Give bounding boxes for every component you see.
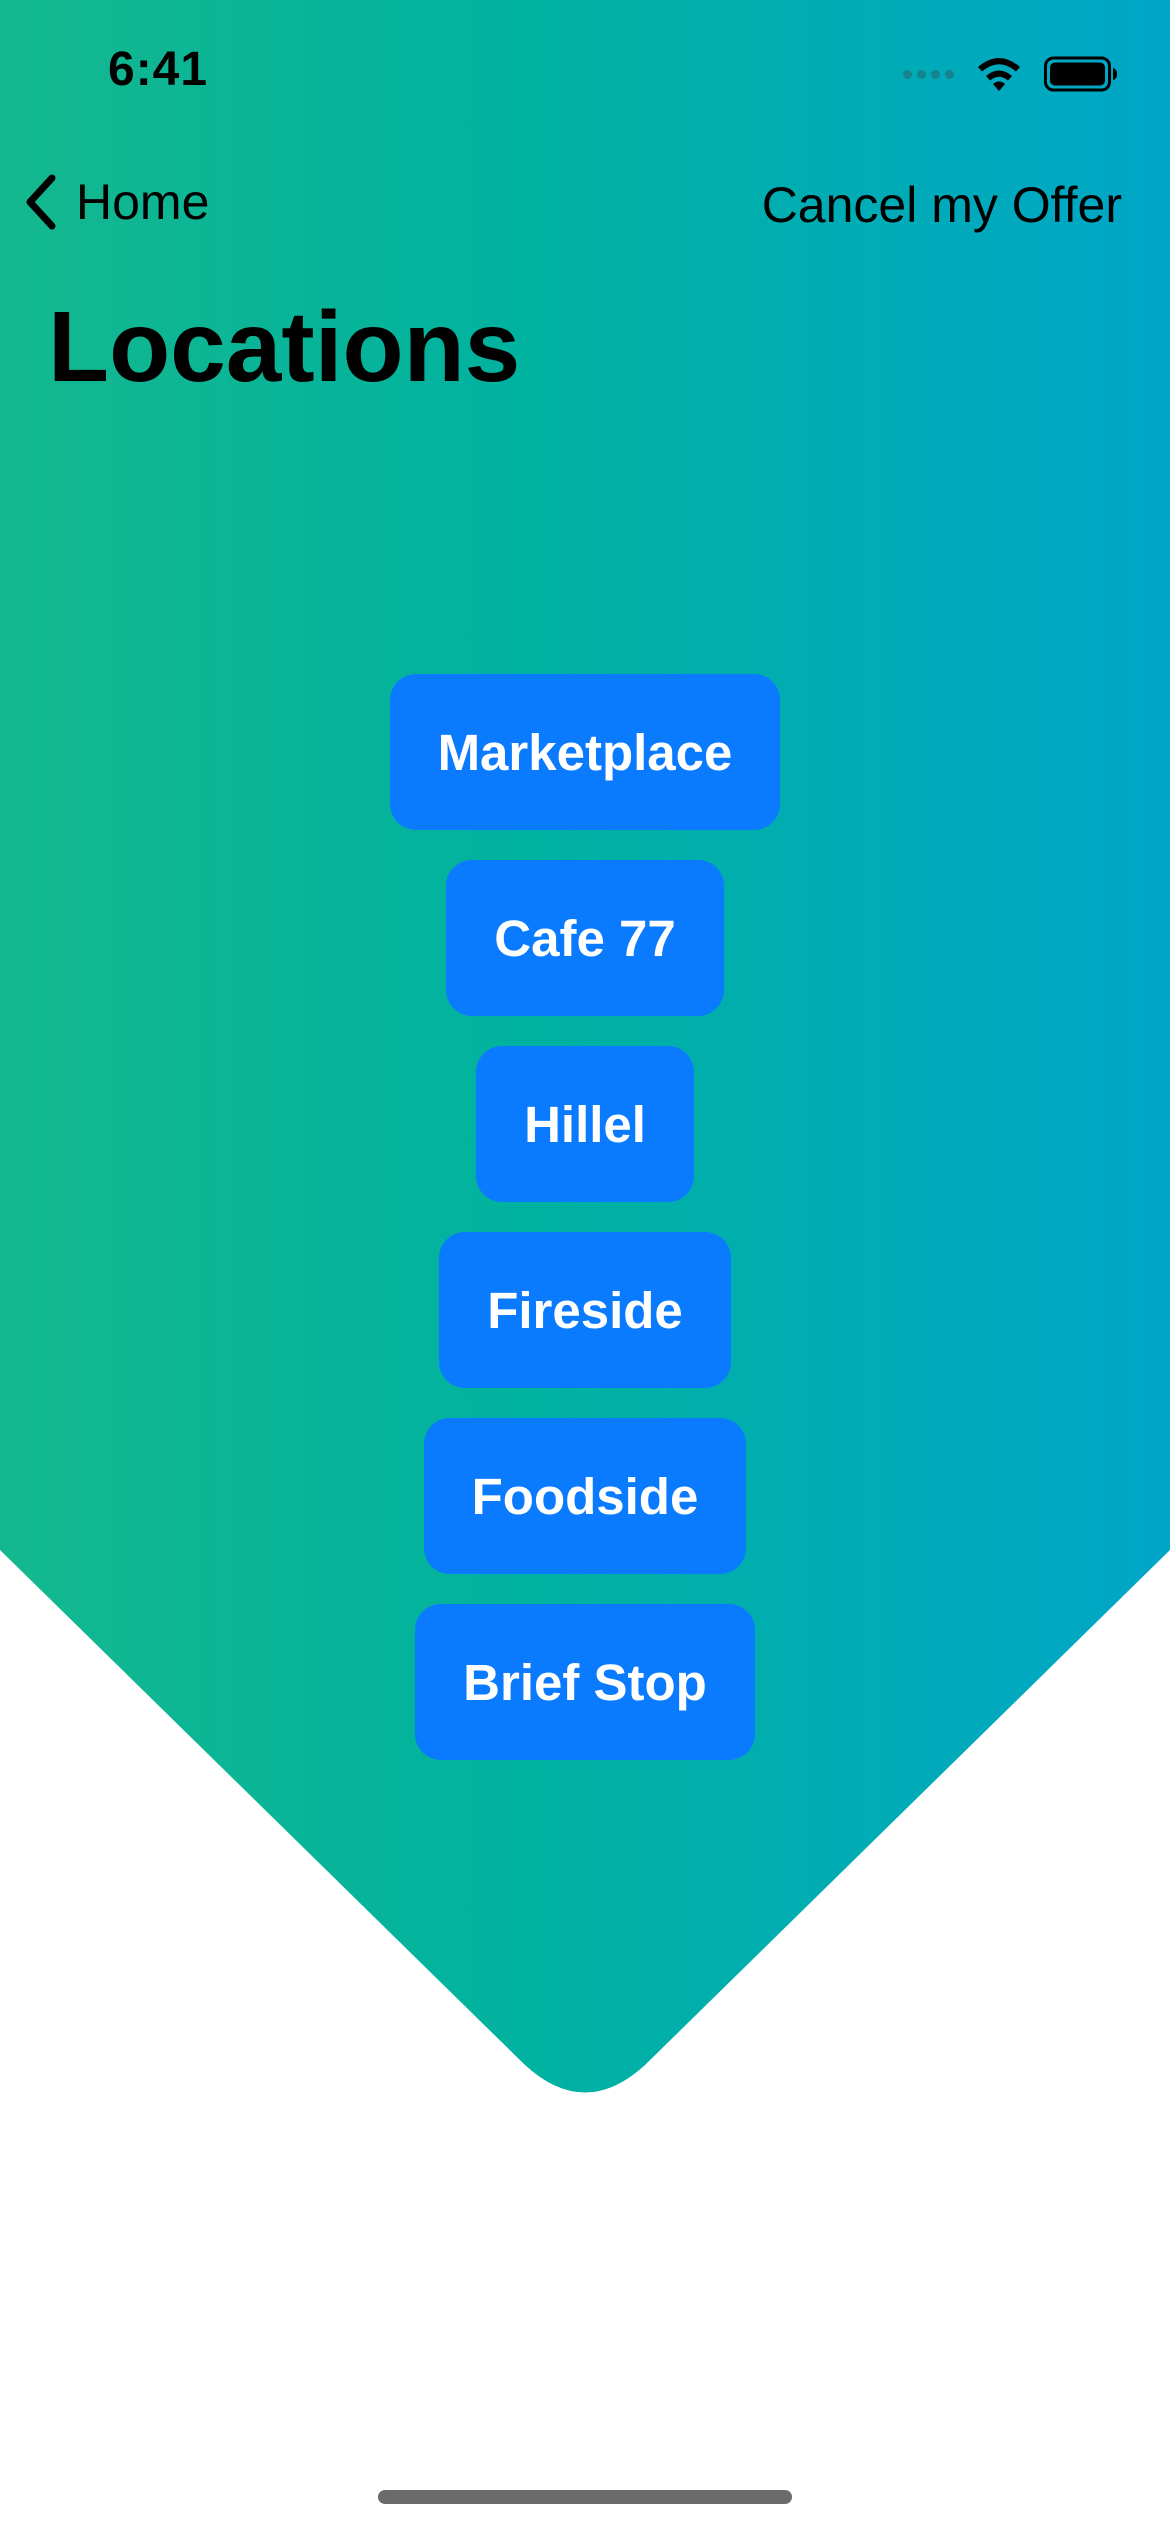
page-title: Locations bbox=[48, 291, 521, 403]
location-button-fireside[interactable]: Fireside bbox=[439, 1232, 731, 1388]
screen: 6:41 Home Cancel my Offer Locations Mark… bbox=[0, 0, 1170, 2532]
status-icons bbox=[903, 52, 1118, 96]
locations-list: Marketplace Cafe 77 Hillel Fireside Food… bbox=[0, 674, 1170, 1760]
cellular-signal-icon bbox=[903, 69, 954, 79]
location-button-cafe-77[interactable]: Cafe 77 bbox=[446, 860, 724, 1016]
status-bar: 6:41 bbox=[0, 0, 1170, 150]
location-button-brief-stop[interactable]: Brief Stop bbox=[415, 1604, 755, 1760]
home-indicator[interactable] bbox=[378, 2490, 792, 2504]
location-button-hillel[interactable]: Hillel bbox=[476, 1046, 694, 1202]
back-button-label: Home bbox=[76, 174, 210, 230]
back-button[interactable]: Home bbox=[22, 172, 209, 232]
wifi-icon bbox=[978, 58, 1020, 91]
status-time: 6:41 bbox=[108, 43, 209, 96]
chevron-left-icon bbox=[26, 174, 56, 230]
cancel-offer-button[interactable]: Cancel my Offer bbox=[762, 176, 1122, 234]
battery-icon bbox=[1044, 56, 1117, 92]
location-button-foodside[interactable]: Foodside bbox=[423, 1418, 747, 1574]
location-button-marketplace[interactable]: Marketplace bbox=[389, 674, 781, 830]
